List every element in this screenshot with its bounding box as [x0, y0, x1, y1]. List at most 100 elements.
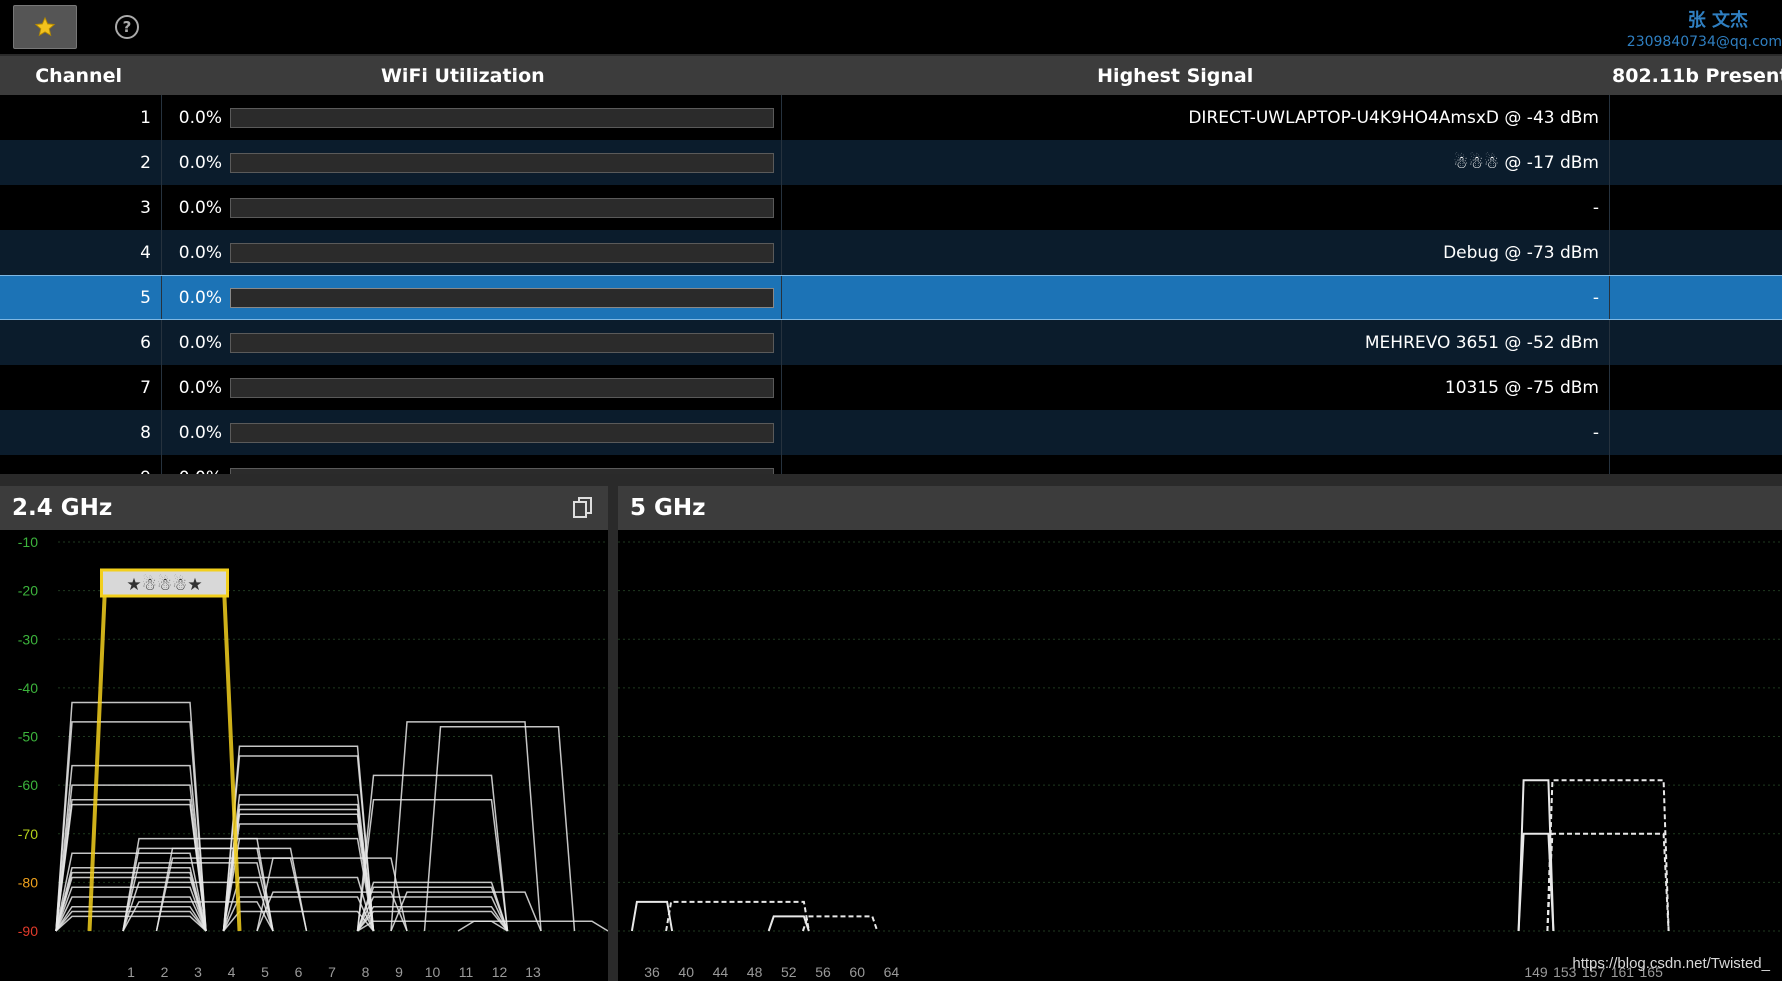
b-present-cell	[1610, 320, 1782, 365]
y-tick-label: -30	[18, 631, 38, 647]
y-tick-label: -70	[18, 826, 38, 842]
x-tick-label: 40	[678, 964, 694, 980]
network-signal-line	[55, 905, 207, 932]
table-row[interactable]: 7 0.0% 10315 @ -75 dBm	[0, 365, 1782, 410]
x-tick-label: 1	[127, 964, 135, 980]
network-signal-line	[222, 910, 375, 932]
chart-2-4ghz: -10-20-30-40-50-60-70-80-901 2 3 4 5 6 7 8 9 10 11…	[18, 534, 608, 980]
x-tick-label: 13	[525, 964, 541, 980]
y-tick-label: -10	[18, 534, 38, 550]
panel-5ghz: 5 GHz 36 40 44 48 52 56 60 64 149 153 157 161 165	[618, 486, 1782, 981]
user-name: 张 文杰	[1687, 10, 1748, 31]
utilization-bar-cell	[230, 410, 782, 455]
x-tick-label: 5	[261, 964, 269, 980]
x-tick-label: 44	[713, 964, 729, 980]
utilization-bar-cell	[230, 320, 782, 365]
network-signal-line	[1517, 779, 1555, 932]
b-present-cell	[1610, 276, 1782, 319]
y-tick-label: -80	[18, 874, 38, 890]
network-signal-line	[222, 813, 375, 932]
highlighted-network-label: ★☃☃☃★	[126, 574, 202, 595]
help-button[interactable]: ?	[95, 5, 159, 49]
y-tick-label: -20	[18, 583, 38, 599]
b-present-cell	[1610, 365, 1782, 410]
column-header-80211b[interactable]: 802.11b Present	[1582, 65, 1782, 87]
panel-splitter[interactable]	[608, 486, 618, 981]
utilization-percent: 0.0%	[178, 377, 222, 398]
channel-cell: 9	[0, 455, 162, 474]
b-present-cell	[1610, 455, 1782, 474]
utilization-bar	[230, 242, 774, 263]
x-tick-label: 6	[295, 964, 303, 980]
network-signal-line	[356, 886, 509, 932]
x-tick-label: 64	[884, 964, 900, 980]
table-row[interactable]: 1 0.0% DIRECT-UWLAPTOP-U4K9HO4AmsxD @ -43 …	[0, 95, 1782, 140]
b-present-cell	[1610, 410, 1782, 455]
utilization-bar-cell	[230, 365, 782, 410]
utilization-bar	[230, 152, 774, 173]
x-tick-label: 9	[395, 964, 403, 980]
signal-cell: DIRECT-UWLAPTOP-U4K9HO4AmsxD @ -43 dBm	[782, 95, 1610, 140]
utilization-percent: 0.0%	[178, 197, 222, 218]
signal-cell: -	[782, 276, 1610, 319]
user-email: 2309840734@qq.com	[1626, 34, 1782, 50]
utilization-percent: 0.0%	[178, 242, 222, 263]
channel-cell: 5	[0, 276, 162, 319]
column-header-utilization[interactable]: WiFi Utilization	[157, 65, 768, 87]
toolbar: ? 张 文杰 2309840734@qq.com	[0, 0, 1782, 54]
channel-cell: 4	[0, 230, 162, 275]
network-signal-line	[390, 721, 542, 932]
channel-cell: 8	[0, 410, 162, 455]
column-header-channel[interactable]: Channel	[0, 65, 157, 87]
utilization-percent: 0.0%	[178, 287, 222, 308]
star-icon	[34, 16, 56, 37]
x-tick-label: 12	[492, 964, 508, 980]
signal-cell: -	[782, 410, 1610, 455]
network-signal-line	[55, 910, 207, 932]
table-row[interactable]: 3 0.0% -	[0, 185, 1782, 230]
table-row[interactable]: 4 0.0% Debug @ -73 dBm	[0, 230, 1782, 275]
network-signal-line	[222, 808, 375, 932]
utilization-percent: 0.0%	[178, 152, 222, 173]
table-row[interactable]: 90.0%	[0, 455, 1782, 474]
column-header-signal[interactable]: Highest Signal	[768, 65, 1582, 87]
utilization-percent: 0.0%	[178, 107, 222, 128]
signal-cell: MEHREVO 3651 @ -52 dBm	[782, 320, 1610, 365]
y-tick-label: -90	[18, 923, 38, 939]
x-tick-label: 48	[747, 964, 763, 980]
channel-cell: 1	[0, 95, 162, 140]
table-row[interactable]: 5 0.0% -	[0, 275, 1782, 320]
panel-divider[interactable]	[0, 474, 1782, 486]
favorites-button[interactable]	[13, 5, 77, 49]
x-tick-label: 8	[362, 964, 370, 980]
utilization-bar-cell	[230, 95, 782, 140]
b-present-cell	[1610, 230, 1782, 275]
channel-cell: 6	[0, 320, 162, 365]
network-signal-line	[222, 837, 375, 932]
network-signal-line	[256, 857, 408, 932]
x-tick-label: 56	[815, 964, 831, 980]
b-present-cell	[1610, 140, 1782, 185]
channel-cell: 2	[0, 140, 162, 185]
utilization-percent: 0.0%	[178, 332, 222, 353]
panel-2-4ghz-header: 2.4 GHz	[0, 486, 608, 530]
x-tick-label: 3	[194, 964, 202, 980]
x-tick-label: 4	[228, 964, 236, 980]
table-row[interactable]: 6 0.0% MEHREVO 3651 @ -52 dBm	[0, 320, 1782, 365]
utilization-bar	[230, 287, 774, 308]
table-row[interactable]: 2 0.0% ☃☃☃ @ -17 dBm	[0, 140, 1782, 185]
x-tick-label: 60	[849, 964, 865, 980]
y-tick-label: -50	[18, 729, 38, 745]
x-tick-label: 36	[644, 964, 660, 980]
network-signal-line	[222, 755, 375, 932]
table-row[interactable]: 8 0.0% -	[0, 410, 1782, 455]
utilization-bar	[230, 107, 774, 128]
network-signal-line	[55, 915, 207, 932]
copy-icon[interactable]	[572, 496, 594, 520]
y-tick-label: -40	[18, 680, 38, 696]
network-signal-line	[423, 726, 576, 932]
utilization-bar-cell	[230, 230, 782, 275]
x-tick-label: 10	[425, 964, 441, 980]
signal-cell: ☃☃☃ @ -17 dBm	[782, 140, 1610, 185]
x-tick-label: 52	[781, 964, 797, 980]
